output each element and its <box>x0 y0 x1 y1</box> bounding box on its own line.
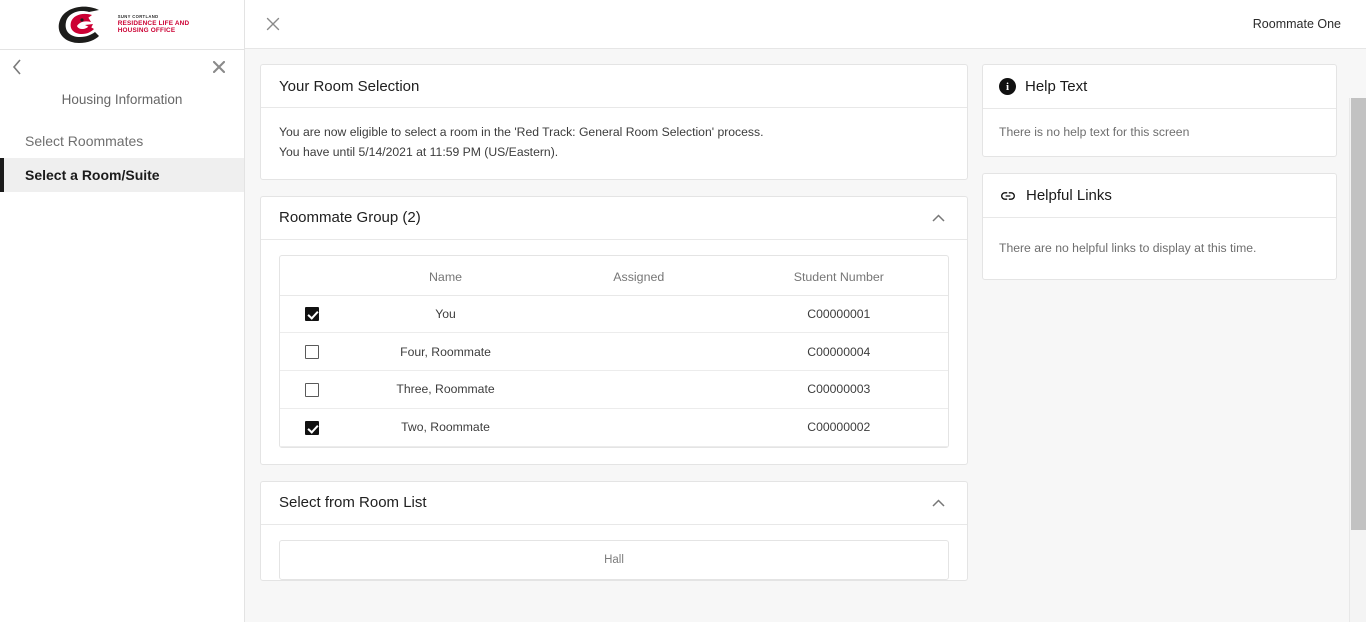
select-from-room-list-title: Select from Room List <box>279 494 427 512</box>
roommate-group-table: Name Assigned Student Number You C000000… <box>280 255 948 447</box>
roommate-group-card: Roommate Group (2) Name Assigned Student… <box>260 195 968 465</box>
your-room-selection-card: Your Room Selection You are now eligible… <box>260 64 968 180</box>
row-name: You <box>343 295 548 334</box>
chevron-up-icon <box>931 213 945 222</box>
row-name: Four, Roommate <box>343 332 548 372</box>
brand-wordmark: SUNY CORTLAND RESIDENCE LIFE AND HOUSING… <box>117 14 190 34</box>
sidebar-close-button[interactable] <box>210 58 228 76</box>
sidebar-section-title: Housing Information <box>61 92 183 107</box>
helpful-links-title: Helpful Links <box>1026 187 1112 204</box>
row-checkbox[interactable] <box>304 307 319 322</box>
table-row: You C00000001 <box>280 295 948 334</box>
sidebar-item-select-a-room-suite[interactable]: Select a Room/Suite <box>0 158 244 192</box>
table-header-row: Name Assigned Student Number <box>280 255 948 296</box>
chevron-left-icon <box>12 59 21 75</box>
info-icon: i <box>999 78 1016 95</box>
table-row: Two, Roommate C00000002 <box>280 408 948 447</box>
sidebar-item-select-roommates[interactable]: Select Roommates <box>0 124 244 158</box>
app-root: SUNY CORTLAND RESIDENCE LIFE AND HOUSING… <box>0 0 1366 622</box>
row-checkbox-cell <box>280 408 344 447</box>
column-header-hall: Hall <box>604 553 624 566</box>
eligibility-line: You are now eligible to select a room in… <box>279 125 764 139</box>
brand-logo: SUNY CORTLAND RESIDENCE LIFE AND HOUSING… <box>55 5 190 45</box>
roommate-group-title: Roommate Group (2) <box>279 209 421 227</box>
sidebar-logo: SUNY CORTLAND RESIDENCE LIFE AND HOUSING… <box>0 0 244 50</box>
column-header-assigned: Assigned <box>547 255 730 296</box>
deadline-line: You have until 5/14/2021 at 11:59 PM (US… <box>279 144 559 159</box>
row-checkbox[interactable] <box>304 420 319 435</box>
row-student-number: C00000001 <box>729 295 948 334</box>
roommate-table-head: Name Assigned Student Number <box>280 255 948 296</box>
table-row: Three, Roommate C00000003 <box>280 370 948 409</box>
brand-line-3: HOUSING OFFICE <box>117 26 176 34</box>
row-student-number: C00000002 <box>729 408 948 447</box>
row-checkbox-cell <box>280 370 344 409</box>
help-text-card: i Help Text There is no help text for th… <box>982 64 1337 157</box>
secondary-column: i Help Text There is no help text for th… <box>982 64 1337 622</box>
sidebar-toolbar <box>0 50 244 88</box>
roommate-table-body: You C00000001 Four, Roommate C00000004 T… <box>280 295 948 447</box>
column-header-name: Name <box>343 255 548 296</box>
select-from-room-list-card: Select from Room List Hall <box>260 480 968 581</box>
table-row: Four, Roommate C00000004 <box>280 332 948 372</box>
helpful-links-header: Helpful Links <box>983 174 1336 218</box>
roommate-group-header[interactable]: Roommate Group (2) <box>261 197 967 240</box>
helpful-links-card: Helpful Links There are no helpful links… <box>982 173 1337 280</box>
close-icon <box>266 17 280 31</box>
page-scrollbar[interactable] <box>1349 98 1366 622</box>
primary-column: Your Room Selection You are now eligible… <box>260 64 968 622</box>
sidebar: SUNY CORTLAND RESIDENCE LIFE AND HOUSING… <box>0 0 245 622</box>
row-name: Two, Roommate <box>343 408 548 447</box>
brand-line-2: RESIDENCE LIFE AND <box>117 19 190 27</box>
chevron-up-icon <box>931 499 945 507</box>
link-icon <box>1001 191 1015 200</box>
row-checkbox[interactable] <box>304 382 319 397</box>
row-student-number: C00000003 <box>729 370 948 409</box>
your-room-selection-header: Your Room Selection <box>261 65 967 108</box>
select-from-room-list-header[interactable]: Select from Room List <box>261 482 967 525</box>
row-assigned <box>547 408 730 447</box>
main-region: Roommate One Your Room Selection You are… <box>245 0 1366 622</box>
row-name: Three, Roommate <box>343 370 548 409</box>
helpful-links-body: There are no helpful links to display at… <box>999 241 1257 255</box>
top-bar: Roommate One <box>245 0 1366 49</box>
row-checkbox-cell <box>280 332 344 372</box>
column-header-select <box>280 255 344 296</box>
row-assigned <box>547 370 730 409</box>
row-student-number: C00000004 <box>729 332 948 372</box>
row-assigned <box>547 295 730 334</box>
current-user-label: Roommate One <box>1252 17 1341 31</box>
room-list-table-wrapper: Hall <box>279 539 949 580</box>
roommate-group-collapse-toggle[interactable] <box>927 207 949 229</box>
sidebar-nav: Select Roommates Select a Room/Suite <box>0 124 244 192</box>
row-assigned <box>547 332 730 372</box>
row-checkbox[interactable] <box>304 345 319 360</box>
suny-cortland-dragon-logo-icon <box>58 6 99 43</box>
close-icon <box>213 61 225 73</box>
content-area: Your Room Selection You are now eligible… <box>245 49 1366 622</box>
column-header-student-number: Student Number <box>729 255 948 296</box>
row-checkbox-cell <box>280 295 344 334</box>
help-text-title: Help Text <box>1025 78 1088 95</box>
topbar-close-button[interactable] <box>263 14 283 34</box>
roommate-table-wrapper: Name Assigned Student Number You C000000… <box>279 254 949 448</box>
sidebar-back-button[interactable] <box>8 58 26 76</box>
help-text-header: i Help Text <box>983 65 1336 109</box>
your-room-selection-title: Your Room Selection <box>279 77 420 95</box>
your-room-selection-body: You are now eligible to select a room in… <box>261 108 967 179</box>
room-list-collapse-toggle[interactable] <box>927 492 949 514</box>
help-text-body: There is no help text for this screen <box>999 125 1190 139</box>
scrollbar-thumb[interactable] <box>1351 98 1366 530</box>
roommate-group-body: Name Assigned Student Number You C000000… <box>261 240 967 464</box>
